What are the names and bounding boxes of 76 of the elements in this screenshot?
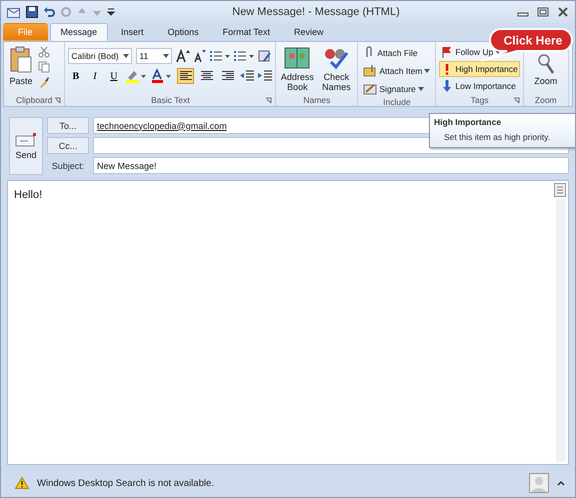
tag-menu-button[interactable]: High Importance xyxy=(439,61,520,77)
undo-icon[interactable] xyxy=(43,6,55,18)
align-icon xyxy=(222,71,234,81)
restore-icon[interactable] xyxy=(537,7,549,17)
include-menu-button[interactable]: Attach File xyxy=(361,44,420,61)
window-title: New Message! - Message (HTML) xyxy=(231,6,401,18)
ribbon-tab[interactable]: Format Text xyxy=(212,23,281,41)
customize-menu-icon[interactable] xyxy=(107,7,115,17)
group-label: Include xyxy=(383,97,411,107)
style-icon[interactable] xyxy=(258,49,272,63)
group-label: Basic Text xyxy=(151,95,190,105)
message-text: Hello! xyxy=(14,189,42,201)
align-icon xyxy=(200,71,213,81)
underline-button[interactable]: U xyxy=(106,68,122,84)
group-label: Tags xyxy=(470,95,489,105)
signature-icon xyxy=(363,82,378,95)
address-book-button[interactable]: Address Book xyxy=(279,44,316,95)
brush-icon[interactable] xyxy=(38,76,50,88)
include-menu-button[interactable]: Signature xyxy=(361,80,426,97)
dialog-launcher-icon[interactable] xyxy=(54,96,62,104)
status-text: Windows Desktop Search is not available. xyxy=(37,478,215,488)
recipient-button[interactable]: Cc... xyxy=(47,137,89,154)
italic-button[interactable]: I xyxy=(87,68,102,84)
down-arrow-icon xyxy=(441,80,454,92)
bold-button[interactable]: B xyxy=(68,68,84,84)
tag-menu-button[interactable]: Low Importance xyxy=(439,78,518,94)
tooltip-description: Set this item as high priority. xyxy=(443,131,552,142)
recipient-button[interactable]: To... xyxy=(47,117,89,134)
align-icon xyxy=(180,71,192,81)
envelope-clip-icon xyxy=(363,64,378,77)
person-silhouette-icon xyxy=(529,473,549,493)
ribbon-tab[interactable]: Message xyxy=(50,23,108,41)
font-color-icon[interactable] xyxy=(151,69,174,83)
zoom-button[interactable]: Zoom xyxy=(532,52,560,88)
save-icon[interactable] xyxy=(26,6,38,18)
font-size-dropdown[interactable]: 11 xyxy=(136,48,172,64)
increase-indent-icon[interactable] xyxy=(258,70,272,82)
envelope-icon[interactable] xyxy=(7,6,21,18)
font-dropdown[interactable]: Calibri (Bod) xyxy=(68,48,132,64)
shrink-font-icon[interactable] xyxy=(194,49,206,63)
copy-icon[interactable] xyxy=(38,61,50,73)
send-button[interactable]: Send xyxy=(9,117,43,175)
dialog-launcher-icon[interactable] xyxy=(512,96,520,104)
scissors-icon[interactable] xyxy=(38,46,50,58)
close-icon[interactable] xyxy=(557,7,569,17)
numbered-list-icon[interactable] xyxy=(234,50,254,62)
flag-icon xyxy=(441,46,454,58)
dialog-launcher-icon[interactable] xyxy=(265,96,272,104)
check-names-button[interactable]: Check Names xyxy=(318,44,354,95)
expand-icon[interactable] xyxy=(557,480,565,486)
clipboard-icon xyxy=(9,46,33,74)
caret-icon xyxy=(163,54,170,58)
ribbon-tab[interactable]: Review xyxy=(282,23,334,41)
people-check-icon xyxy=(323,46,350,70)
decrease-indent-icon[interactable] xyxy=(240,70,254,82)
message-body[interactable]: Hello! xyxy=(7,180,569,465)
ruler-icon[interactable] xyxy=(554,183,566,197)
bullet-list-icon[interactable] xyxy=(210,50,230,62)
envelope-icon xyxy=(15,132,37,146)
align-button[interactable] xyxy=(177,68,194,84)
include-menu-button[interactable]: Attach Item xyxy=(361,62,432,79)
input-field[interactable]: New Message! xyxy=(93,157,569,174)
ribbon-tab[interactable]: Insert xyxy=(110,23,155,41)
address-book-icon xyxy=(284,46,310,70)
group-label: Names xyxy=(303,95,330,106)
grow-font-icon[interactable] xyxy=(176,49,190,63)
highlight-icon[interactable] xyxy=(125,69,148,83)
magnifier-icon xyxy=(538,54,554,74)
field-label: Subject: xyxy=(50,160,86,170)
group-label: Zoom xyxy=(534,95,557,105)
warning-icon xyxy=(15,477,29,489)
group-label: Clipboard xyxy=(16,95,52,105)
ribbon-tab[interactable]: Options xyxy=(156,23,210,41)
caret-icon xyxy=(123,54,130,58)
paste-button[interactable]: Paste xyxy=(7,44,35,88)
tooltip-title: High Importance xyxy=(433,116,502,127)
